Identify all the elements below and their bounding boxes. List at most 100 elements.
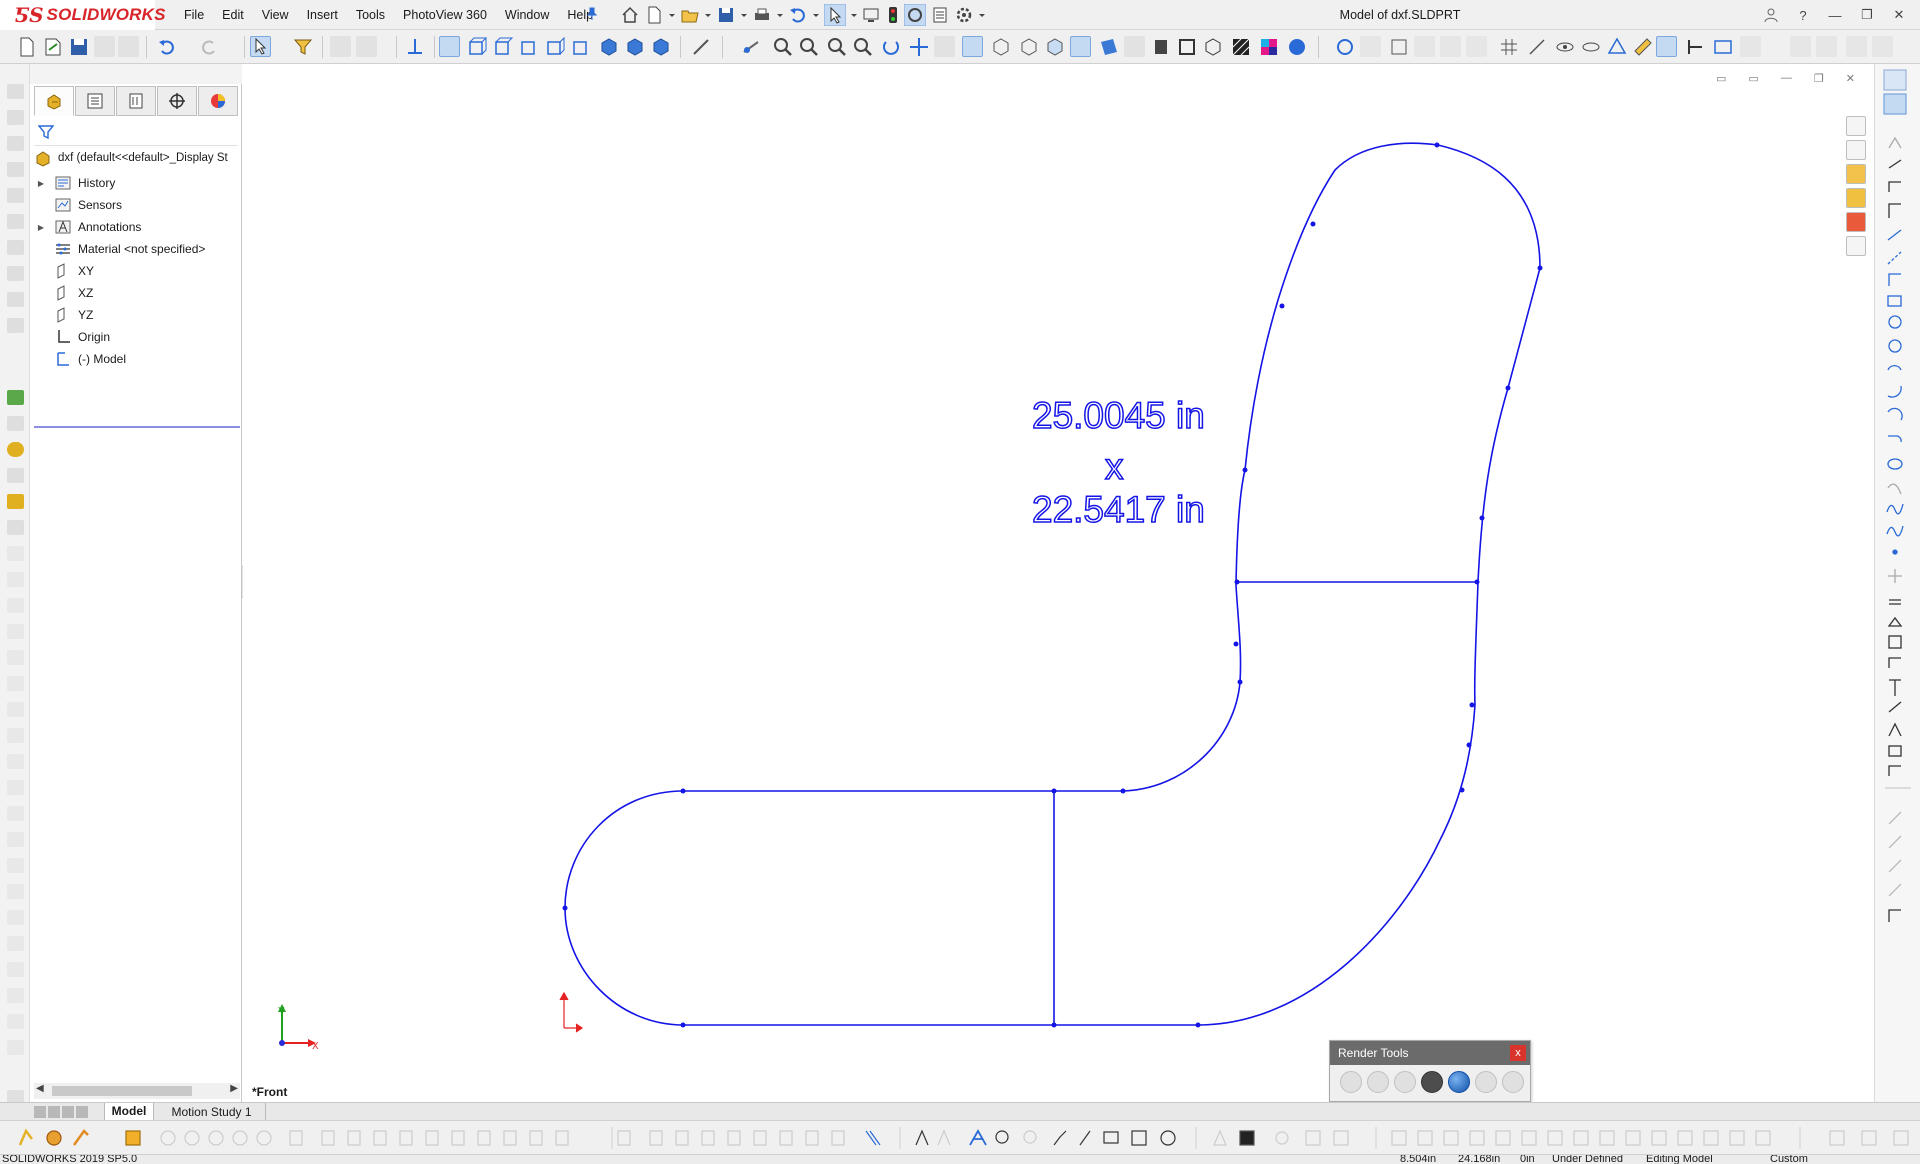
feature-icon[interactable]: [7, 858, 24, 873]
sketch-command-icon[interactable]: [7, 240, 24, 255]
left-view-icon[interactable]: [492, 36, 514, 58]
tree-item-model-sketch[interactable]: (-) Model: [34, 348, 240, 370]
sketch-mode-button[interactable]: [962, 36, 983, 57]
save-icon[interactable]: [68, 36, 90, 58]
view-box-icon[interactable]: [1176, 36, 1198, 58]
viewport-link-icon[interactable]: ▭: [1748, 72, 1758, 85]
dropdown-icon[interactable]: [776, 5, 784, 25]
appearance-icon[interactable]: [1258, 36, 1280, 58]
feature-icon[interactable]: [7, 624, 24, 639]
normal-to-icon[interactable]: [404, 36, 426, 58]
sketch-point[interactable]: [1505, 385, 1511, 391]
feature-icon[interactable]: [7, 988, 24, 1003]
sketch-point[interactable]: [562, 905, 568, 911]
hatch-icon[interactable]: [1230, 36, 1252, 58]
sketch-point[interactable]: [1537, 265, 1543, 271]
sketch-points[interactable]: [562, 142, 1543, 1028]
sketch-point[interactable]: [1434, 142, 1440, 148]
extrude-icon[interactable]: [7, 390, 24, 405]
feature-icon[interactable]: [7, 910, 24, 925]
tree-item-plane-xy[interactable]: XY: [34, 260, 240, 282]
feature-icon[interactable]: [7, 780, 24, 795]
open-icon[interactable]: [680, 5, 700, 25]
minimize-icon[interactable]: —: [1824, 4, 1846, 26]
integrated-preview-icon[interactable]: [1367, 1071, 1389, 1093]
sketch-command-icon[interactable]: [7, 292, 24, 307]
feature-icon[interactable]: [7, 962, 24, 977]
sketch-point[interactable]: [1234, 579, 1240, 585]
home-icon[interactable]: [620, 5, 640, 25]
drawing-tool-icon[interactable]: [1712, 36, 1734, 58]
sketch-command-icon[interactable]: [7, 110, 24, 125]
options-list-icon[interactable]: [930, 5, 950, 25]
rollback-bar[interactable]: [34, 426, 240, 428]
final-render-icon[interactable]: [1394, 1071, 1416, 1093]
render-tools-title[interactable]: Render Tools: [1330, 1041, 1530, 1065]
user-icon[interactable]: [1760, 4, 1782, 26]
menu-insert[interactable]: Insert: [298, 8, 347, 22]
feature-icon[interactable]: [7, 832, 24, 847]
sketch-command-icon[interactable]: [7, 84, 24, 99]
solidworks-logo[interactable]: ƼS SOLIDWORKS: [0, 0, 165, 30]
select-icon[interactable]: [824, 4, 846, 26]
viewport-restore-icon[interactable]: ❐: [1814, 72, 1824, 85]
shaded-with-edges-button[interactable]: [1070, 36, 1091, 57]
render-tools-toolbar[interactable]: Render Tools x: [1329, 1040, 1531, 1102]
smart-dimension-icon[interactable]: [690, 36, 712, 58]
feature-icon[interactable]: [7, 546, 24, 561]
sketch-point[interactable]: [1459, 787, 1465, 793]
dropdown-icon[interactable]: [850, 5, 858, 25]
feature-icon[interactable]: [7, 572, 24, 587]
status-units[interactable]: Custom: [1770, 1155, 1808, 1164]
feature-icon[interactable]: [7, 936, 24, 951]
edit-appearance-icon[interactable]: [1448, 1071, 1470, 1093]
traffic-light-icon[interactable]: [886, 5, 900, 25]
dimetric-icon[interactable]: [650, 36, 672, 58]
sketch-command-icon[interactable]: [7, 214, 24, 229]
zoom-to-selection-icon[interactable]: [852, 36, 874, 58]
dropdown-icon[interactable]: [668, 5, 676, 25]
sketch-point[interactable]: [1051, 1022, 1057, 1028]
hidden-lines-removed-icon[interactable]: [1044, 36, 1066, 58]
shaded-icon[interactable]: [1098, 36, 1120, 58]
previous-tab-icon[interactable]: [48, 1106, 60, 1118]
sketch-point[interactable]: [1120, 788, 1126, 794]
sketch-point[interactable]: [1233, 641, 1239, 647]
view-palette-icon[interactable]: [1846, 188, 1866, 208]
zoom-to-fit-icon[interactable]: [772, 36, 794, 58]
new-icon[interactable]: [16, 36, 38, 58]
dropdown-icon[interactable]: [812, 5, 820, 25]
front-view-button[interactable]: [439, 36, 460, 57]
save-icon[interactable]: [716, 5, 736, 25]
tree-item-material[interactable]: Material <not specified>: [34, 238, 240, 260]
tab-dimxpert-manager[interactable]: [157, 86, 197, 116]
menu-file[interactable]: File: [175, 8, 213, 22]
help-icon[interactable]: ?: [1792, 4, 1814, 26]
viewport-split-icon[interactable]: ▭: [1716, 72, 1726, 85]
tab-motion-study[interactable]: Motion Study 1: [158, 1103, 266, 1121]
file-explorer-icon[interactable]: [1846, 164, 1866, 184]
tree-item-origin[interactable]: Origin: [34, 326, 240, 348]
sketch-command-icon[interactable]: [7, 318, 24, 333]
bottom-view-icon[interactable]: [570, 36, 592, 58]
dropdown-icon[interactable]: [978, 5, 986, 25]
restore-icon[interactable]: ❐: [1856, 4, 1878, 26]
sketch-tools-icon[interactable]: [1388, 36, 1410, 58]
feature-icon[interactable]: [7, 1040, 24, 1055]
feature-icon[interactable]: [7, 650, 24, 665]
feature-icon[interactable]: [7, 702, 24, 717]
sketch-point[interactable]: [1242, 467, 1248, 473]
sketch-outline[interactable]: [564, 142, 1541, 1026]
feature-icon[interactable]: [7, 676, 24, 691]
top-view-icon[interactable]: [544, 36, 566, 58]
menu-tools[interactable]: Tools: [347, 8, 394, 22]
sweep-icon[interactable]: [7, 442, 24, 457]
eye-icon[interactable]: [1554, 36, 1576, 58]
menu-window[interactable]: Window: [496, 8, 558, 22]
render-region-icon[interactable]: [1421, 1071, 1443, 1093]
menu-edit[interactable]: Edit: [213, 8, 253, 22]
view-orientation-icon[interactable]: [740, 36, 762, 58]
selection-filter-icon[interactable]: [292, 36, 314, 58]
last-tab-icon[interactable]: [76, 1106, 88, 1118]
tab-feature-manager[interactable]: [34, 86, 74, 116]
